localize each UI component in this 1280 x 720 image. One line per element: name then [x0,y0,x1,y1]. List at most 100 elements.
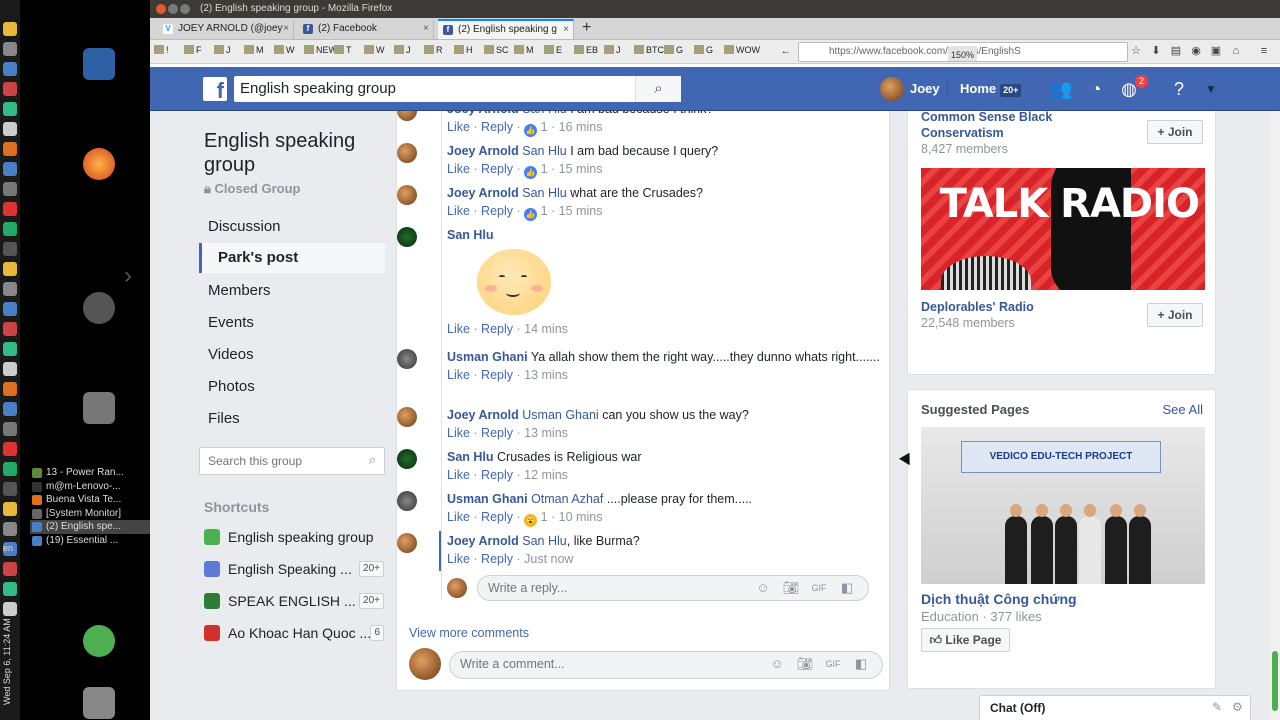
comment-author[interactable]: San Hlu [447,450,494,464]
bookmark-item[interactable]: H [454,45,473,55]
launcher-icon[interactable] [3,22,17,36]
bookmark-item[interactable]: BTC [634,45,664,55]
reply-link[interactable]: Reply [481,120,513,134]
launcher-icon[interactable] [3,142,17,156]
group-title[interactable]: English speaking group [204,129,384,177]
like-link[interactable]: Like [447,322,470,336]
bookmark-item[interactable]: G [664,45,683,55]
avatar[interactable] [397,349,417,369]
like-link[interactable]: Like [447,426,470,440]
comment-author[interactable]: Joey Arnold [447,534,519,548]
bookmark-item[interactable]: M [244,45,264,55]
reply-link[interactable]: Reply [481,552,513,566]
comment-timestamp[interactable]: 12 mins [524,468,568,482]
bookmark-item[interactable]: W [274,45,295,55]
like-reaction-icon[interactable]: 👍 [524,208,538,221]
mentioned-user[interactable]: Usman Ghani [522,408,598,422]
bookmark-item[interactable]: F [184,45,202,55]
like-reaction-icon[interactable]: 👍 [524,124,538,137]
screenshot-icon[interactable]: ▣ [1210,45,1222,57]
comment-author[interactable]: Usman Ghani [447,350,528,364]
launcher-icon[interactable] [3,362,17,376]
pocket-icon[interactable]: ◉ [1190,45,1202,57]
shortcut-item[interactable]: SPEAK ENGLISH ... 20+ [204,590,384,612]
avatar[interactable] [397,111,417,121]
like-reaction-icon[interactable]: 👍 [524,166,538,179]
reaction-count[interactable]: 1 [541,204,548,218]
zoom-level[interactable]: 150% [947,46,977,61]
comment-timestamp[interactable]: 13 mins [524,426,568,440]
document-icon[interactable] [83,48,115,80]
clock[interactable]: Wed Sep 6, 11:24 AM [2,605,18,705]
bookmark-item[interactable]: E [544,45,562,55]
profile-link[interactable]: Joey [880,77,940,101]
comment-timestamp[interactable]: 10 mins [559,510,603,524]
reaction-count[interactable]: 1 [541,120,548,134]
nav-photos[interactable]: Photos [199,372,385,402]
shortcut-item[interactable]: English Speaking ... 20+ [204,558,384,580]
comment-author[interactable]: San Hlu [447,228,494,242]
view-more-comments-link[interactable]: View more comments [409,626,529,640]
reaction-count[interactable]: 1 [541,162,548,176]
gif-icon[interactable]: GIF [810,579,828,597]
launcher-icon[interactable] [3,382,17,396]
comment-author[interactable]: Joey Arnold [447,111,519,116]
comment-input[interactable] [450,652,710,676]
nav-discussion[interactable]: Discussion [199,212,385,242]
comment-timestamp[interactable]: Just now [524,552,573,566]
emoji-icon[interactable]: ☺ [768,655,786,673]
close-tab-icon[interactable]: × [423,20,429,38]
like-link[interactable]: Like [447,204,470,218]
home-link[interactable]: Home 20+ [960,77,1022,101]
reaction-count[interactable]: 1 [541,510,548,524]
like-page-button[interactable]: 👍︎ Like Page [921,628,1010,652]
gif-icon[interactable]: GIF [824,655,842,673]
mentioned-user[interactable]: San Hlu [522,186,566,200]
wow-reaction-icon[interactable]: 😮 [524,514,538,527]
taskbar-item[interactable]: m@m-Lenovo-... [30,480,150,494]
search-icon[interactable]: ⌕ [635,76,681,102]
url-bar[interactable]: https://www.facebook.com/groups/EnglishS… [798,42,1128,62]
avatar[interactable] [397,185,417,205]
help-icon[interactable]: ? [1168,79,1190,99]
comment-author[interactable]: Joey Arnold [447,408,519,422]
shortcut-item[interactable]: English speaking group [204,526,384,548]
back-icon[interactable]: ← [780,45,792,57]
avatar[interactable] [397,491,417,511]
download-icon[interactable]: ⬇ [1150,45,1162,57]
launcher-icon[interactable] [3,402,17,416]
camera-icon[interactable]: 📷︎ [796,655,814,673]
bookmark-item[interactable]: G [694,45,713,55]
launcher-icon[interactable] [3,102,17,116]
tab-facebook[interactable]: f (2) Facebook × [298,20,434,40]
scrollbar[interactable] [1270,111,1280,720]
comment-author[interactable]: Joey Arnold [447,186,519,200]
like-link[interactable]: Like [447,162,470,176]
bookmark-item[interactable]: R [424,45,443,55]
gear-icon[interactable]: ⚙ [1232,700,1243,714]
avatar[interactable] [397,407,417,427]
bookmark-item[interactable]: EB [574,45,598,55]
reply-link[interactable]: Reply [481,510,513,524]
mentioned-user[interactable]: San Hlu [522,111,566,116]
mentioned-user[interactable]: Otman Azhaf [531,492,603,506]
suggested-group-name[interactable]: Deplorables' Radio [921,299,1121,315]
launcher-icon[interactable] [3,322,17,336]
minimize-window-button[interactable] [168,4,178,14]
bookmark-item[interactable]: WOW [724,45,760,55]
bookmark-item[interactable]: SC [484,45,509,55]
launcher-icon[interactable] [3,182,17,196]
chevron-right-icon[interactable]: › [124,262,132,290]
comment-author[interactable]: Joey Arnold [447,144,519,158]
launcher-icon[interactable] [3,82,17,96]
like-link[interactable]: Like [447,120,470,134]
language-indicator[interactable]: en [3,543,13,553]
search-icon[interactable]: ⌕ [369,452,376,468]
avatar[interactable] [397,227,417,247]
compose-icon[interactable]: ✎ [1212,700,1222,714]
trash-icon[interactable] [83,687,115,719]
comment-timestamp[interactable]: 15 mins [559,162,603,176]
nav-members[interactable]: Members [199,276,385,306]
messenger-icon[interactable]: ◔ [1085,79,1107,99]
search-input[interactable] [234,76,634,101]
